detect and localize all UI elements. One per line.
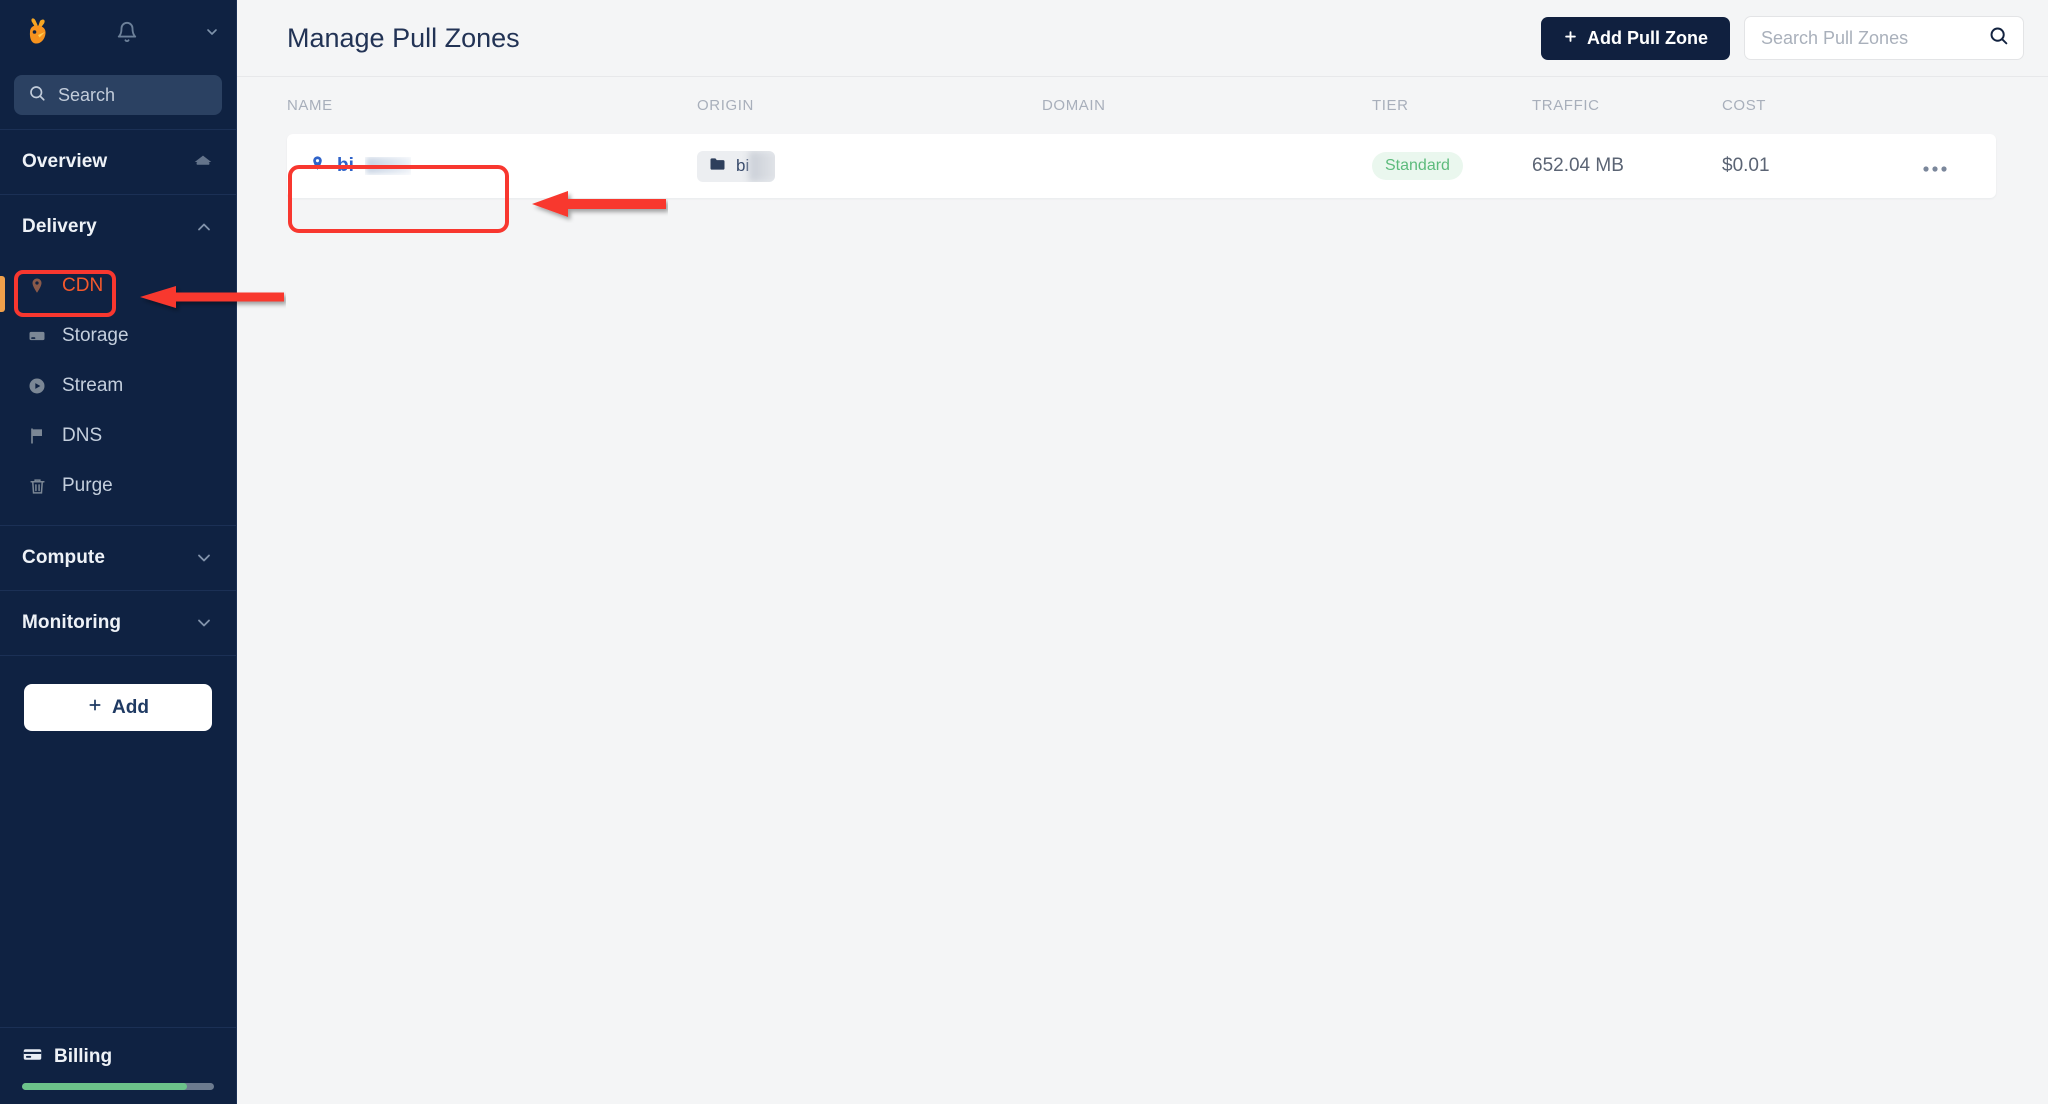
sidebar-item-stream[interactable]: Stream: [0, 361, 236, 411]
status-badge: Standard: [1372, 152, 1463, 180]
billing-usage-bar: [22, 1083, 214, 1090]
table-header-row: NAME ORIGIN DOMAIN TIER TRAFFIC COST: [237, 77, 2048, 134]
page-header: Manage Pull Zones Add Pull Zone Search P…: [237, 0, 2048, 77]
origin-redacted: [749, 150, 775, 182]
sidebar-item-purge[interactable]: Purge: [0, 461, 236, 511]
origin-name: bi: [736, 156, 750, 175]
search-pull-zones-placeholder: Search Pull Zones: [1761, 27, 1909, 48]
column-header-traffic: TRAFFIC: [1532, 97, 1600, 114]
active-indicator-strip: [0, 276, 5, 312]
sidebar-item-label: Stream: [62, 375, 124, 396]
pull-zone-name-redacted: [365, 157, 411, 175]
page-title: Manage Pull Zones: [287, 22, 520, 53]
sidebar-group-overview: Overview: [0, 130, 236, 195]
add-button[interactable]: Add: [24, 684, 212, 731]
sidebar-item-dns[interactable]: DNS: [0, 411, 236, 461]
sidebar-item-label: Storage: [62, 325, 129, 346]
billing-row: Billing: [22, 1044, 214, 1070]
sidebar-item-storage[interactable]: Storage: [0, 311, 236, 361]
pull-zone-actions-cell: [1922, 155, 1996, 177]
origin-badge[interactable]: bi: [697, 150, 775, 182]
sidebar-group-label: Compute: [22, 547, 106, 568]
plus-icon: [1563, 28, 1578, 49]
sidebar-item-compute[interactable]: Compute: [0, 526, 236, 590]
billing-balance-redacted: [142, 1045, 214, 1070]
sidebar-group-label: Delivery: [22, 216, 97, 237]
chevron-down-icon: [194, 613, 214, 633]
billing-usage-fill: [22, 1083, 188, 1090]
add-button-label: Add: [112, 696, 149, 718]
sidebar-item-cdn[interactable]: CDN: [0, 261, 236, 311]
column-header-tier: TIER: [1372, 97, 1409, 114]
search-icon: [28, 84, 46, 107]
sidebar-header: [0, 0, 236, 63]
bunny-logo-icon[interactable]: [18, 12, 58, 52]
chevron-up-icon: [194, 217, 214, 237]
pull-zone-origin-cell: bi: [697, 150, 1042, 182]
search-pull-zones-input[interactable]: Search Pull Zones: [1744, 16, 2024, 60]
table-row[interactable]: bi bi Standard 652.04 MB $0.01: [287, 134, 1996, 198]
sidebar-group-label: Monitoring: [22, 612, 122, 633]
column-header-cost: COST: [1722, 97, 1767, 114]
sidebar-delivery-items: CDN Storage Stream DNS Purge: [0, 259, 236, 525]
avatar[interactable]: [152, 13, 190, 51]
map-pin-icon: [26, 277, 48, 295]
sidebar-item-label: Purge: [62, 475, 113, 496]
sidebar-search-container: Search: [0, 63, 236, 130]
sidebar-add-container: Add: [0, 656, 236, 731]
sidebar-item-label: CDN: [62, 275, 104, 296]
sidebar-group-monitoring: Monitoring: [0, 591, 236, 656]
drive-icon: [26, 326, 48, 346]
pull-zone-cost-cell: $0.01: [1722, 155, 1770, 176]
pull-zone-name-cell[interactable]: bi: [287, 155, 697, 177]
search-input[interactable]: Search: [14, 75, 222, 115]
page-header-actions: Add Pull Zone Search Pull Zones: [1541, 16, 2024, 60]
sidebar-group-delivery-toggle[interactable]: Delivery: [0, 195, 236, 259]
sidebar-item-label: DNS: [62, 425, 103, 446]
folder-icon: [709, 157, 726, 176]
search-placeholder: Search: [58, 84, 116, 105]
pull-zone-name: bi: [337, 155, 354, 176]
trash-icon: [26, 477, 48, 496]
sidebar-header-actions: [116, 13, 220, 51]
sidebar-group-label: Overview: [22, 151, 108, 172]
pull-zone-traffic-cell: 652.04 MB: [1532, 155, 1624, 176]
sidebar-item-monitoring[interactable]: Monitoring: [0, 591, 236, 655]
column-header-name: NAME: [287, 97, 333, 114]
ellipsis-icon[interactable]: [1922, 155, 1948, 177]
app-root: Search Overview Delivery CDN Storage Str…: [0, 0, 2048, 1104]
search-icon[interactable]: [1988, 25, 2009, 51]
plus-icon: [87, 697, 103, 719]
sidebar: Search Overview Delivery CDN Storage Str…: [0, 0, 237, 1104]
chevron-down-icon: [194, 548, 214, 568]
billing-section[interactable]: Billing: [0, 1027, 236, 1104]
add-pull-zone-label: Add Pull Zone: [1587, 27, 1708, 48]
pull-zone-tier-cell: Standard: [1372, 152, 1532, 180]
flag-icon: [26, 426, 48, 446]
map-pin-icon: [309, 155, 326, 177]
play-circle-icon: [26, 376, 48, 396]
sidebar-item-overview[interactable]: Overview: [0, 130, 236, 194]
sidebar-group-compute: Compute: [0, 526, 236, 591]
column-header-origin: ORIGIN: [697, 97, 754, 114]
add-pull-zone-button[interactable]: Add Pull Zone: [1541, 16, 1730, 60]
home-icon: [192, 151, 214, 173]
main-content: Manage Pull Zones Add Pull Zone Search P…: [237, 0, 2048, 1104]
column-header-domain: DOMAIN: [1042, 97, 1106, 114]
pull-zones-table: NAME ORIGIN DOMAIN TIER TRAFFIC COST bi: [237, 77, 2048, 1104]
credit-card-icon: [22, 1044, 43, 1070]
billing-label: Billing: [54, 1046, 113, 1067]
bell-icon[interactable]: [116, 21, 138, 43]
chevron-down-icon[interactable]: [204, 24, 220, 40]
sidebar-group-delivery: Delivery CDN Storage Stream DNS Purge: [0, 195, 236, 526]
